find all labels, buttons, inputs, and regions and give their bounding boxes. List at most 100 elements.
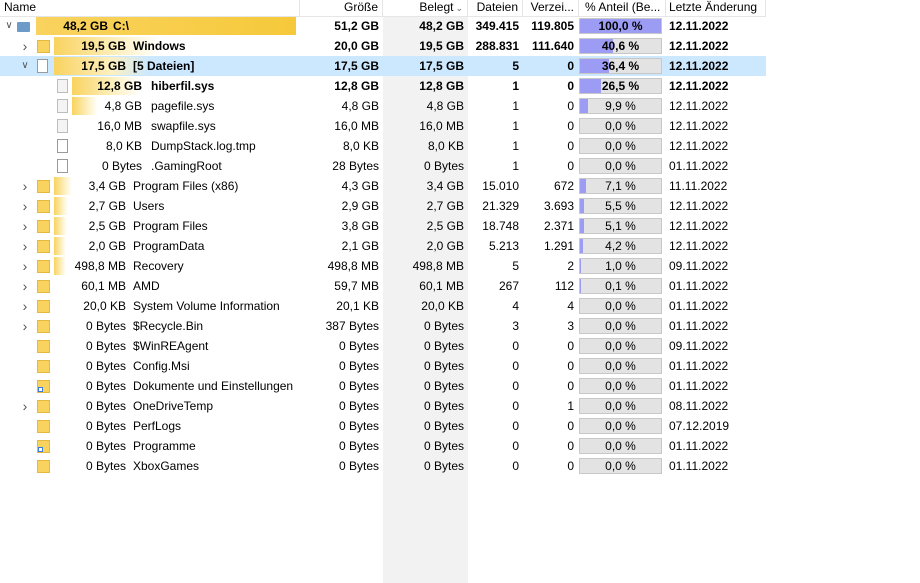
row-anteil: 0,0 %	[579, 456, 663, 476]
tree-row[interactable]: › 60,1 MB AMD 59,7 MB 60,1 MB 267 112 01.11.202…	[0, 276, 766, 296]
tree-row[interactable]: › 2,0 GB ProgramData 2,1 GB 2,0 GB 5.213 1.291…	[0, 236, 766, 256]
row-size: 0 Bytes	[85, 439, 126, 453]
tree-row[interactable]: 0 Bytes XboxGames 0 Bytes 0 Bytes 0 0 01.11.20…	[0, 456, 766, 476]
expand-chevron-icon[interactable]: ›	[19, 36, 31, 56]
row-dateien: 0	[512, 439, 519, 453]
expand-chevron-icon[interactable]: ›	[19, 316, 31, 336]
header-verzeichnisse[interactable]: Verzei...	[523, 0, 579, 16]
row-size: 0 Bytes	[85, 339, 126, 353]
header-anteil[interactable]: % Anteil (Be...	[579, 0, 666, 16]
row-belegt: 0 Bytes	[423, 359, 464, 373]
row-verzeichnisse: 119.805	[531, 19, 574, 33]
expand-chevron-icon[interactable]: ›	[19, 236, 31, 256]
percent-bar-label: 26,5 %	[601, 79, 640, 93]
tree-row[interactable]: › 3,4 GB Program Files (x86) 4,3 GB 3,4 GB 15…	[0, 176, 766, 196]
tree-row[interactable]: › 20,0 KB System Volume Information 20,1 KB…	[0, 296, 766, 316]
percent-bar-label: 5,5 %	[605, 199, 636, 213]
expand-chevron-icon[interactable]: ›	[19, 176, 31, 196]
tree-row[interactable]: 0 Bytes Programme 0 Bytes 0 Bytes 0 0 01.11.20…	[0, 436, 766, 456]
tree-row[interactable]: 12,8 GB hiberfil.sys 12,8 GB 12,8 GB 1 0 12.11…	[0, 76, 766, 96]
row-size: 48,2 GB	[63, 19, 108, 33]
row-belegt: 48,2 GB	[419, 19, 464, 33]
row-size: 2,0 GB	[88, 239, 126, 253]
row-name: $Recycle.Bin	[133, 319, 204, 333]
header-datum[interactable]: Letzte Änderung	[666, 0, 766, 16]
row-dateien: 5.213	[488, 239, 519, 253]
row-anteil: 0,0 %	[579, 296, 663, 316]
folder-icon	[37, 360, 50, 373]
tree-row[interactable]: › 19,5 GB Windows 20,0 GB 19,5 GB 288.831 111.…	[0, 36, 766, 56]
file-icon	[57, 159, 68, 173]
tree-row[interactable]: 0 Bytes .GamingRoot 28 Bytes 0 Bytes 1 0 01.11…	[0, 156, 766, 176]
row-groesse: 17,5 GB	[334, 59, 379, 73]
header-verzeichnisse-label: Verzei...	[530, 0, 574, 14]
row-anteil: 0,0 %	[579, 136, 663, 156]
row-datum: 12.11.2022	[669, 139, 729, 153]
row-dateien: 0	[512, 339, 519, 353]
header-name[interactable]: Name	[0, 0, 300, 16]
tree-row[interactable]: ∨ 48,2 GB C:\ 51,2 GB 48,2 GB 349.415 119.805 1…	[0, 16, 766, 36]
row-dateien: 1	[512, 159, 519, 173]
expand-chevron-icon[interactable]: ›	[19, 256, 31, 276]
expand-chevron-icon[interactable]: ›	[19, 396, 31, 416]
row-belegt: 2,0 GB	[426, 239, 464, 253]
tree-row[interactable]: ∨ 17,5 GB [5 Dateien] 17,5 GB 17,5 GB 5 0 12.11…	[0, 56, 766, 76]
sort-descending-icon: ⌄	[455, 3, 463, 13]
percent-bar-label: 0,0 %	[605, 359, 636, 373]
tree-row[interactable]: 0 Bytes Config.Msi 0 Bytes 0 Bytes 0 0 01.11.2…	[0, 356, 766, 376]
row-verzeichnisse: 112	[554, 279, 574, 293]
expand-chevron-icon[interactable]: ›	[19, 196, 31, 216]
row-anteil: 9,9 %	[579, 96, 663, 116]
row-belegt: 20,0 KB	[421, 299, 464, 313]
expand-chevron-icon[interactable]: ›	[19, 296, 31, 316]
percent-bar-label: 100,0 %	[598, 19, 643, 33]
tree-row[interactable]: › 2,7 GB Users 2,9 GB 2,7 GB 21.329 3.693 12.11…	[0, 196, 766, 216]
row-groesse: 2,9 GB	[341, 199, 379, 213]
tree-row[interactable]: 4,8 GB pagefile.sys 4,8 GB 4,8 GB 1 0 12.11.20…	[0, 96, 766, 116]
row-belegt: 19,5 GB	[419, 39, 464, 53]
percent-bar: 0,0 %	[579, 438, 662, 454]
tree-row[interactable]: › 2,5 GB Program Files 3,8 GB 2,5 GB 18.748 2.…	[0, 216, 766, 236]
row-verzeichnisse: 0	[567, 359, 574, 373]
row-name: OneDriveTemp	[133, 399, 214, 413]
percent-bar: 5,1 %	[579, 218, 662, 234]
row-dateien: 0	[512, 359, 519, 373]
row-size: 20,0 KB	[83, 299, 126, 313]
row-belegt: 4,8 GB	[426, 99, 464, 113]
row-name: Dokumente und Einstellungen	[133, 379, 294, 393]
expand-chevron-icon[interactable]: ›	[19, 276, 31, 296]
tree-row[interactable]: 8,0 KB DumpStack.log.tmp 8,0 KB 8,0 KB 1 0 12.…	[0, 136, 766, 156]
row-belegt: 16,0 MB	[419, 119, 464, 133]
row-name: hiberfil.sys	[151, 79, 215, 93]
percent-bar-label: 9,9 %	[605, 99, 636, 113]
tree-row[interactable]: 0 Bytes $WinREAgent 0 Bytes 0 Bytes 0 0 09.11.…	[0, 336, 766, 356]
row-anteil: 0,0 %	[579, 356, 663, 376]
row-belegt: 0 Bytes	[423, 379, 464, 393]
row-anteil: 7,1 %	[579, 176, 663, 196]
row-verzeichnisse: 3.693	[543, 199, 574, 213]
row-belegt: 12,8 GB	[419, 79, 464, 93]
row-name: [5 Dateien]	[133, 59, 195, 73]
header-belegt[interactable]: Belegt ⌄	[383, 0, 468, 16]
collapse-chevron-icon[interactable]: ∨	[19, 56, 31, 76]
collapse-chevron-icon[interactable]: ∨	[3, 16, 15, 36]
row-anteil: 36,4 %	[579, 56, 663, 76]
row-groesse: 51,2 GB	[334, 19, 379, 33]
tree-row[interactable]: 0 Bytes PerfLogs 0 Bytes 0 Bytes 0 0 07.12.201…	[0, 416, 766, 436]
row-datum: 12.11.2022	[669, 119, 729, 133]
tree-row[interactable]: › 498,8 MB Recovery 498,8 MB 498,8 MB 5 2 09.11…	[0, 256, 766, 276]
expand-chevron-icon[interactable]: ›	[19, 216, 31, 236]
tree-row[interactable]: › 0 Bytes OneDriveTemp 0 Bytes 0 Bytes 0 1 08.1…	[0, 396, 766, 416]
row-groesse: 4,3 GB	[341, 179, 379, 193]
tree-row[interactable]: 16,0 MB swapfile.sys 16,0 MB 16,0 MB 1 0 12.11…	[0, 116, 766, 136]
row-verzeichnisse: 1.291	[543, 239, 574, 253]
row-datum: 12.11.2022	[669, 99, 729, 113]
row-dateien: 15.010	[482, 179, 519, 193]
drive-icon	[17, 22, 30, 32]
tree-row[interactable]: › 0 Bytes $Recycle.Bin 387 Bytes 0 Bytes 3 3 01…	[0, 316, 766, 336]
row-size: 17,5 GB	[81, 59, 126, 73]
tree-row[interactable]: 0 Bytes Dokumente und Einstellungen 0 Byte…	[0, 376, 766, 396]
row-name: Program Files	[133, 219, 208, 233]
header-groesse[interactable]: Größe	[300, 0, 383, 16]
header-dateien[interactable]: Dateien	[468, 0, 523, 16]
